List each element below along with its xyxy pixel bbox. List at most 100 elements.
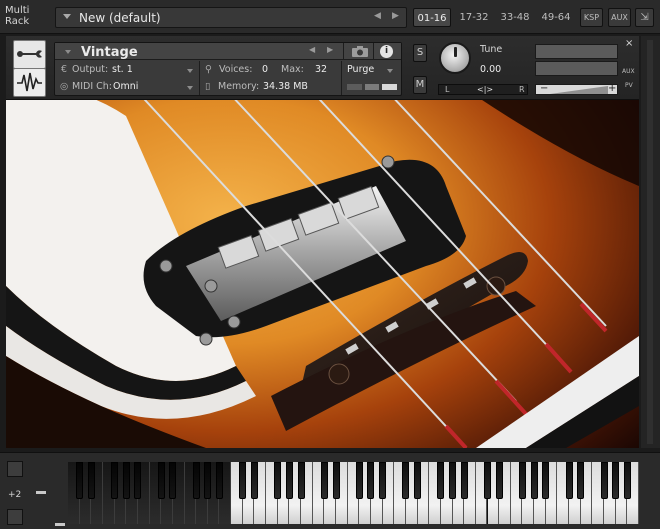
collapse-view-icon[interactable]: ⇲: [635, 8, 654, 27]
black-key[interactable]: [122, 462, 130, 499]
output-value[interactable]: st. 1: [112, 64, 133, 75]
aux-toggle[interactable]: AUX: [622, 68, 635, 75]
output-dropdown-icon[interactable]: [187, 69, 193, 73]
voices-icon: ⚲: [205, 64, 212, 75]
instrument-menu-caret-icon[interactable]: [65, 50, 71, 54]
pan-slider[interactable]: L <|> R: [438, 84, 528, 95]
tune-knob[interactable]: [439, 42, 471, 74]
prev-instrument-icon[interactable]: ◀: [309, 45, 315, 54]
black-key[interactable]: [612, 462, 620, 499]
black-key[interactable]: [495, 462, 503, 499]
waveform-icon: [17, 72, 42, 92]
multirack-label-line1: Multi: [5, 5, 30, 16]
black-key[interactable]: [169, 462, 177, 499]
memory-icon: ▯: [205, 81, 211, 92]
pitch-wheel-handle[interactable]: [55, 523, 65, 526]
black-key[interactable]: [530, 462, 538, 499]
range-tab-01-16[interactable]: 01-16: [413, 8, 451, 27]
multirack-header: Multi Rack New (default) ◀ ▶ 01-16 17-32…: [0, 0, 660, 34]
black-key[interactable]: [623, 462, 631, 499]
rack-scrollbar[interactable]: [641, 36, 660, 448]
solo-button[interactable]: S: [413, 44, 427, 62]
instrument-header: Vintage ◀ ▶ i € Output: st. 1 ⚲ Voices: …: [6, 36, 639, 100]
black-key[interactable]: [297, 462, 305, 499]
max-voices-label: Max:: [281, 64, 304, 75]
black-key[interactable]: [274, 462, 282, 499]
black-key[interactable]: [460, 462, 468, 499]
black-key[interactable]: [449, 462, 457, 499]
black-key[interactable]: [379, 462, 387, 499]
black-key[interactable]: [285, 462, 293, 499]
black-key[interactable]: [76, 462, 84, 499]
multi-preset-selector[interactable]: New (default) ◀ ▶: [55, 7, 407, 28]
level-meter-right: [535, 61, 618, 76]
mute-button[interactable]: M: [413, 76, 427, 94]
black-key[interactable]: [87, 462, 95, 499]
close-instrument-icon[interactable]: ×: [625, 38, 633, 49]
black-key[interactable]: [111, 462, 119, 499]
multirack-label-line2: Rack: [5, 16, 30, 27]
octave-up-icon[interactable]: [7, 461, 23, 477]
black-key[interactable]: [157, 462, 165, 499]
volume-minus-label: −: [540, 83, 549, 94]
wrench-button[interactable]: [13, 40, 46, 69]
info-icon[interactable]: i: [380, 45, 393, 58]
black-key[interactable]: [542, 462, 550, 499]
voices-value: 0: [262, 64, 269, 75]
output-row: € Output: st. 1 ⚲ Voices: 0 Max: 32 Purg…: [55, 61, 401, 78]
pv-toggle[interactable]: PV: [625, 82, 633, 89]
midi-channel-label: MIDI Ch:: [72, 81, 112, 92]
midi-channel-value[interactable]: Omni: [113, 81, 138, 92]
camera-icon[interactable]: [351, 45, 369, 58]
purge-dropdown-icon[interactable]: [387, 69, 393, 73]
black-key[interactable]: [565, 462, 573, 499]
black-key[interactable]: [320, 462, 328, 499]
prev-preset-icon[interactable]: ◀: [374, 11, 381, 21]
black-key[interactable]: [518, 462, 526, 499]
midi-dropdown-icon[interactable]: [187, 86, 193, 90]
black-key[interactable]: [437, 462, 445, 499]
tune-knob-indicator: [454, 47, 457, 57]
preset-menu-caret-icon[interactable]: [63, 14, 71, 19]
output-icon: €: [61, 64, 68, 75]
mod-wheel-handle[interactable]: [36, 491, 46, 494]
black-key[interactable]: [484, 462, 491, 499]
volume-plus-label: +: [608, 83, 617, 94]
black-key[interactable]: [215, 462, 223, 499]
piano-keyboard[interactable]: [68, 462, 639, 524]
black-key[interactable]: [355, 462, 363, 499]
volume-slider[interactable]: − +: [535, 83, 618, 95]
range-tab-49-64[interactable]: 49-64: [537, 8, 575, 27]
instrument-name[interactable]: Vintage: [81, 45, 138, 60]
black-key[interactable]: [239, 462, 247, 499]
voices-label: Voices:: [219, 64, 253, 75]
pan-center-handle[interactable]: <|>: [477, 85, 493, 94]
black-key[interactable]: [577, 462, 585, 499]
next-preset-icon[interactable]: ▶: [392, 11, 399, 21]
purge-menu[interactable]: Purge: [347, 64, 374, 75]
black-key[interactable]: [367, 462, 375, 499]
ksp-button[interactable]: KSP: [580, 8, 603, 27]
midi-icon: ◎: [60, 81, 69, 92]
black-key[interactable]: [600, 462, 608, 499]
black-key[interactable]: [250, 462, 258, 499]
black-key[interactable]: [204, 462, 212, 499]
max-voices-value[interactable]: 32: [315, 64, 327, 75]
black-key[interactable]: [414, 462, 422, 499]
aux-button[interactable]: AUX: [608, 8, 631, 27]
tune-value[interactable]: 0.00: [480, 64, 501, 75]
next-instrument-icon[interactable]: ▶: [327, 45, 333, 54]
black-key[interactable]: [332, 462, 340, 499]
volume-fill: [550, 86, 608, 94]
range-tab-17-32[interactable]: 17-32: [455, 8, 493, 27]
range-tab-33-48[interactable]: 33-48: [496, 8, 534, 27]
memory-label: Memory:: [218, 81, 260, 92]
pan-right-label: R: [519, 85, 525, 94]
black-key[interactable]: [134, 462, 142, 499]
octave-down-icon[interactable]: [7, 509, 23, 525]
rack-scrollbar-track[interactable]: [647, 40, 653, 444]
waveform-button[interactable]: [13, 68, 46, 97]
black-key[interactable]: [192, 462, 200, 499]
wrench-icon: [17, 50, 42, 58]
black-key[interactable]: [402, 462, 410, 499]
